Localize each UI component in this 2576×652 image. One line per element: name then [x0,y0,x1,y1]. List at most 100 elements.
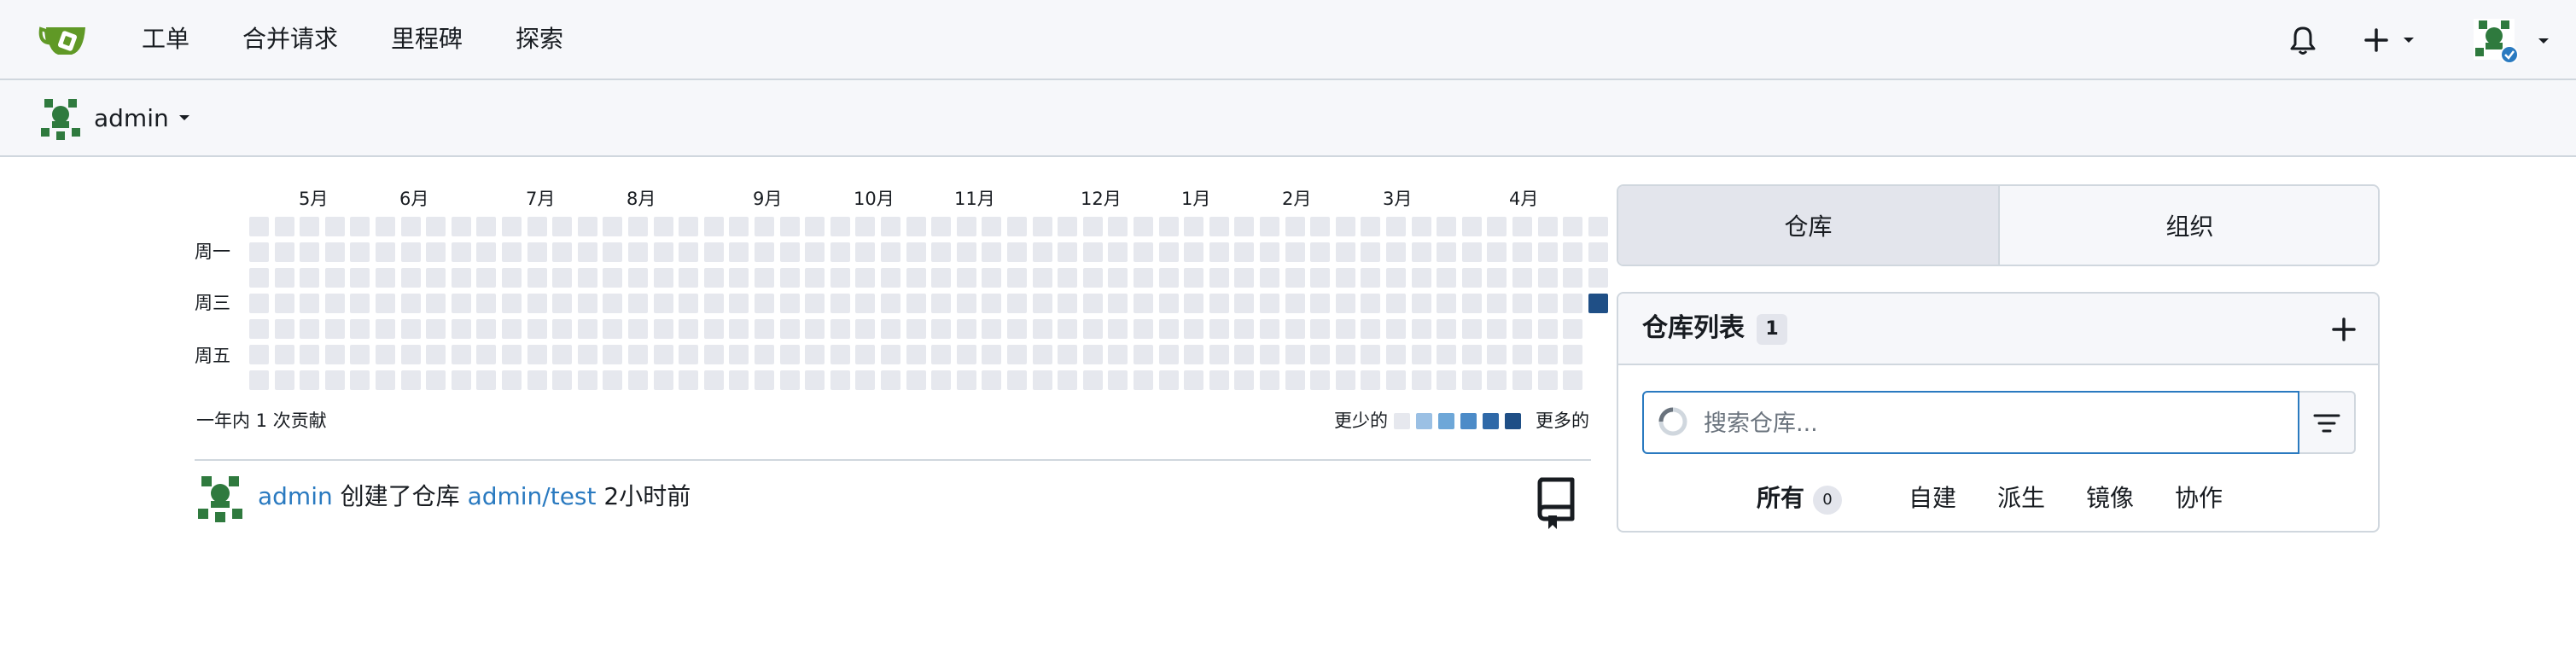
heatmap-cell [1058,294,1077,313]
heatmap-cell [452,268,471,288]
filter-tab-owned[interactable]: 自建 [1909,466,1957,531]
context-username: admin [94,104,169,132]
heatmap-cell [1310,319,1330,339]
heatmap-cell [957,242,976,262]
heatmap-cell [830,268,850,288]
dashboard-tabs: 仓库 组织 [1617,184,2380,266]
heatmap-cell [249,345,269,364]
heatmap-cell [1462,370,1482,390]
repo-search-input[interactable] [1702,401,2286,445]
heatmap-cell [1336,345,1355,364]
heatmap-cell [729,345,749,364]
heatmap-cell [780,294,800,313]
feed-repo-link[interactable]: admin/test [468,482,597,510]
avatar[interactable] [196,474,244,522]
filter-tab-all[interactable]: 所有 0 [1757,466,1888,531]
heatmap-cell [426,217,446,236]
heatmap-cell [931,242,951,262]
heatmap-cell [881,217,900,236]
heatmap-cell [881,345,900,364]
heatmap-cell [527,294,547,313]
heatmap-cell [401,294,421,313]
heatmap-cell [805,370,825,390]
heatmap-cell [300,268,319,288]
heatmap-cell [1209,268,1229,288]
heatmap-cell [654,268,673,288]
heatmap-cell [325,345,345,364]
admin-badge-icon [2500,45,2519,64]
legend-swatch [1460,413,1477,429]
filter-button[interactable] [2299,391,2356,454]
filter-tab-forks[interactable]: 派生 [1997,466,2045,531]
heatmap-cell [325,294,345,313]
heatmap-cell [1310,345,1330,364]
heatmap-cell [1007,345,1027,364]
filter-tab-mirrors[interactable]: 镜像 [2086,466,2134,531]
heatmap-cell [300,294,319,313]
heatmap-cell [275,319,294,339]
heatmap-cell [350,217,370,236]
heatmap-cell [552,345,572,364]
heatmap-cell [249,319,269,339]
heatmap-cell [300,217,319,236]
heatmap-cell [300,370,319,390]
heatmap-month-label: 9月 [753,189,783,209]
gitea-logo-icon[interactable] [38,22,89,58]
heatmap-cell [1412,345,1431,364]
heatmap-cell [855,242,875,262]
bell-icon[interactable] [2286,23,2320,57]
heatmap-cell [931,319,951,339]
heatmap-cell [1310,294,1330,313]
heatmap-cell [982,268,1001,288]
heatmap-cell [426,294,446,313]
heatmap-cell [679,217,698,236]
heatmap-cell [1184,268,1203,288]
heatmap-cell [1386,217,1406,236]
heatmap-cell [1538,217,1558,236]
filter-tab-label: 自建 [1909,484,1957,512]
user-menu[interactable] [2472,17,2554,64]
heatmap-cell [325,242,345,262]
heatmap-cell [830,345,850,364]
heatmap-cell [679,242,698,262]
heatmap-month-label: 7月 [526,189,556,209]
heatmap-cell [578,319,597,339]
nav-pull-requests[interactable]: 合并请求 [242,22,338,56]
heatmap-cell [376,294,395,313]
heatmap-cell [426,345,446,364]
heatmap-cell [1563,217,1582,236]
tab-organizations[interactable]: 组织 [2000,186,2378,265]
heatmap-cell [906,217,926,236]
nav-milestones[interactable]: 里程碑 [391,22,463,56]
add-repo-button[interactable] [2328,314,2359,345]
heatmap-cell [1361,370,1380,390]
nav-explore[interactable]: 探索 [516,22,563,56]
heatmap-cell [1234,217,1254,236]
heatmap-cell [628,268,648,288]
heatmap-cell [1007,268,1027,288]
heatmap-cell [729,242,749,262]
filter-tab-collaborative[interactable]: 协作 [2175,466,2223,531]
heatmap-cell [502,370,522,390]
heatmap-cell [1058,217,1077,236]
tab-repositories[interactable]: 仓库 [1618,186,2000,265]
heatmap-cell [982,294,1001,313]
legend-swatch [1505,413,1521,429]
heatmap-cell [1462,319,1482,339]
nav-issues[interactable]: 工单 [142,22,189,56]
heatmap-cell [452,345,471,364]
heatmap-cell [906,319,926,339]
feed-actor-link[interactable]: admin [258,482,333,510]
heatmap-cell [1058,319,1077,339]
heatmap-cell [1033,242,1052,262]
create-menu[interactable] [2361,23,2429,57]
legend-swatch [1416,413,1432,429]
top-navbar: 工单 合并请求 里程碑 探索 [0,0,2576,80]
heatmap-cell [1083,268,1103,288]
heatmap-cell [1285,294,1305,313]
heatmap-cell [552,268,572,288]
heatmap-cell [1260,268,1279,288]
heatmap-cell [881,242,900,262]
heatmap-cell [1058,268,1077,288]
heatmap-cell [1512,217,1532,236]
